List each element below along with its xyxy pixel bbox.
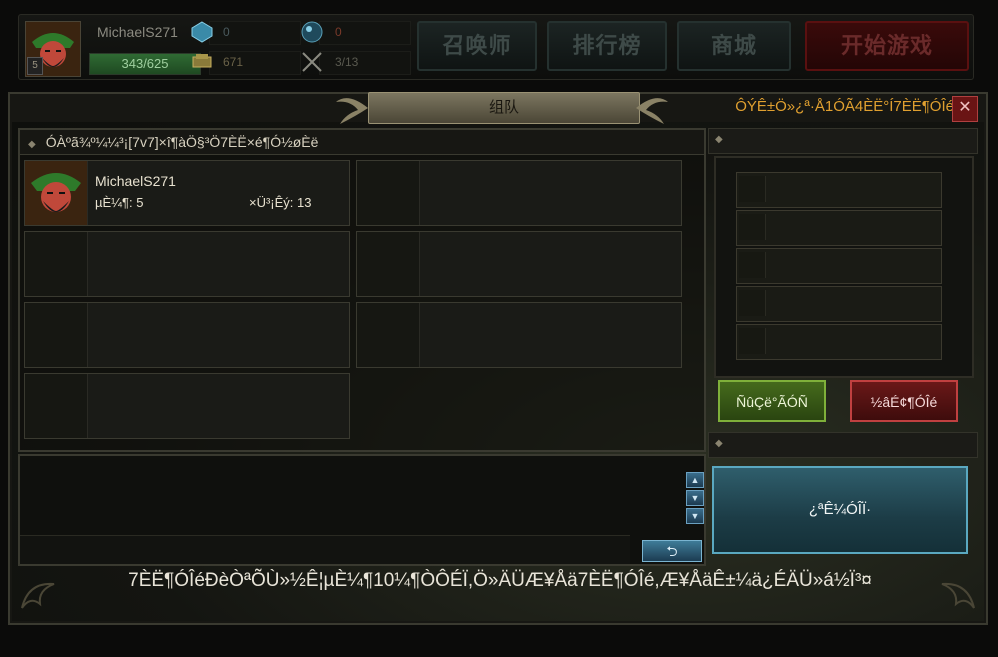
gem-count: 0 <box>223 25 230 39</box>
orb-icon <box>301 21 323 43</box>
info-header: ◆ <box>708 432 978 458</box>
member-avatar <box>25 161 88 225</box>
orb-count: 0 <box>335 25 342 39</box>
member-level: µÈ¼¶: 5 <box>95 195 144 210</box>
ornament-right-icon <box>636 98 668 124</box>
disband-team-button[interactable]: ½âÉ¢¶ÓÎé <box>850 380 958 422</box>
list-item[interactable] <box>736 286 942 322</box>
list-item[interactable] <box>736 172 942 208</box>
battle-count: 3/13 <box>335 55 359 69</box>
avatar[interactable]: 5 <box>25 21 81 77</box>
team-slot-5[interactable] <box>24 302 350 368</box>
ranking-button[interactable]: 排行榜 <box>547 21 667 71</box>
team-slot-2[interactable] <box>356 160 682 226</box>
send-button[interactable]: ⮌ <box>642 540 702 562</box>
gold-count: 671 <box>223 55 244 69</box>
corner-ornament-icon <box>941 582 975 609</box>
team-header: ◆ ÓÀºã¾º¼¼³¡[7v7]×î¶àÖ§³Ö7ÈË×é¶Ó½øÈë <box>20 130 704 155</box>
friend-list-header: ◆ <box>708 128 978 154</box>
member-games: ×Ü³¡Êý: 13 <box>249 195 312 210</box>
top-bar: 5 MichaelS271 343/625 0 671 0 3/13 召唤师 排… <box>18 14 974 80</box>
chat-input[interactable] <box>20 535 630 564</box>
team-panel: 组队 ÔÝÊ±Ö»¿ª·Å1ÓÃ4ÈË°Í7ÈË¶ÓÎé ✕ ◆ ÓÀºã¾º¼¼… <box>8 92 988 625</box>
summoner-button[interactable]: 召唤师 <box>417 21 537 71</box>
friend-panel: ◆ ÑûÇë°ÃÓÑ ½âÉ¢¶ÓÎé ◆ <box>708 128 978 458</box>
level-badge: 5 <box>27 57 43 75</box>
team-slot-1[interactable]: MichaelS271 µÈ¼¶: 5 ×Ü³¡Êý: 13 <box>24 160 350 226</box>
list-item[interactable] <box>736 210 942 246</box>
ornament-left-icon <box>336 98 368 124</box>
chat-area: ▲ ▼ ▼ ⮌ <box>18 454 706 566</box>
shop-button[interactable]: 商城 <box>677 21 791 71</box>
invite-friend-button[interactable]: ÑûÇë°ÃÓÑ <box>718 380 826 422</box>
team-slots-area: ◆ ÓÀºã¾º¼¼³¡[7v7]×î¶àÖ§³Ö7ÈË×é¶Ó½øÈë Mich… <box>18 128 706 452</box>
close-button[interactable]: ✕ <box>952 96 978 122</box>
team-slot-3[interactable] <box>24 231 350 297</box>
list-item[interactable] <box>736 324 942 360</box>
team-slot-7[interactable] <box>24 373 350 439</box>
team-slot-4[interactable] <box>356 231 682 297</box>
experience-bar: 343/625 <box>89 53 201 75</box>
crossed-swords-icon <box>302 52 322 72</box>
player-name: MichaelS271 <box>97 24 178 40</box>
team-header-text: ÓÀºã¾º¼¼³¡[7v7]×î¶àÖ§³Ö7ÈË×é¶Ó½øÈë <box>45 134 319 150</box>
team-notice: ÔÝÊ±Ö»¿ª·Å1ÓÃ4ÈË°Í7ÈË¶ÓÎé <box>735 98 954 115</box>
gem-icon <box>191 21 213 43</box>
scroll-up-icon[interactable]: ▲ <box>686 472 704 488</box>
scroll-down-icon[interactable]: ▼ <box>686 490 704 506</box>
corner-ornament-icon <box>21 582 55 609</box>
scroll-bottom-icon[interactable]: ▼ <box>686 508 704 524</box>
match-requirement-notice: 7ÈË¶ÓÎéÐèÒªÕÙ»½Ê¦µÈ¼¶10¼¶ÒÔÉÏ,Ö»ÄÜÆ¥Åä7È… <box>128 570 872 591</box>
member-name: MichaelS271 <box>95 173 176 189</box>
start-game-button[interactable]: 开始游戏 <box>805 21 969 71</box>
start-match-button[interactable]: ¿ªÊ¼ÓÎÏ· <box>712 466 968 554</box>
friend-list[interactable] <box>714 156 974 378</box>
warrior-portrait-icon <box>25 161 87 225</box>
bullet-icon: ◆ <box>28 139 36 150</box>
gold-icon <box>192 54 212 68</box>
list-item[interactable] <box>736 248 942 284</box>
panel-title: 组队 <box>368 92 640 124</box>
team-slot-6[interactable] <box>356 302 682 368</box>
